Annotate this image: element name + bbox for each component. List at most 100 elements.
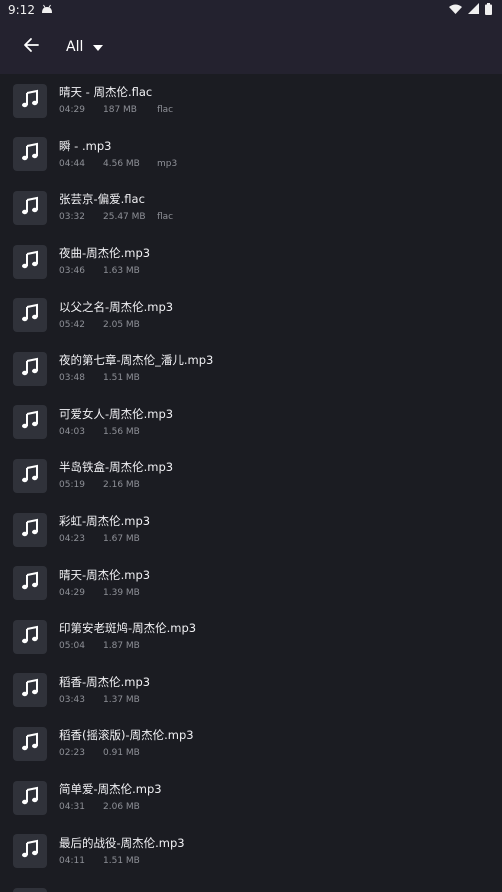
song-thumbnail [13,726,47,761]
song-meta: 半岛铁盒-周杰伦.mp3 05:19 2.16 MB [59,460,173,491]
song-size: 2.05 MB [103,319,140,330]
song-title: 半岛铁盒-周杰伦.mp3 [59,460,174,475]
music-note-icon [20,89,40,113]
song-size: 1.39 MB [103,587,140,598]
song-item[interactable]: 稻香(摇滚版)-周杰伦.mp3 02:23 0.91 MB [0,717,502,771]
song-title: 瞬 - .mp3 [59,138,112,153]
song-item[interactable]: 晴天 - 周杰伦.flac 04:29 187 MB flac [0,74,502,128]
song-thumbnail [13,298,47,333]
song-item[interactable]: 瞬 - .mp3 04:44 4.56 MB mp3 [0,128,502,182]
song-meta: 彩虹-周杰伦.mp3 04:23 1.67 MB [59,514,157,545]
song-duration: 04:31 [59,802,85,813]
song-item[interactable]: 半岛铁盒-周杰伦.mp3 05:19 2.16 MB [0,449,502,503]
song-duration: 03:32 [59,212,85,223]
song-item[interactable]: 以父之名-周杰伦.mp3 05:42 2.05 MB [0,288,502,342]
music-note-icon [20,625,40,649]
song-meta: 张芸京-偏爱.flac 03:32 25.47 MB flac [59,192,173,223]
song-meta: 稻香(摇滚版)-周杰伦.mp3 02:23 0.91 MB [59,728,194,759]
song-details: 04:11 1.51 MB [59,855,185,867]
song-title: 夜曲-周杰伦.mp3 [59,246,151,261]
back-button[interactable] [18,34,44,60]
caret-down-icon [93,39,104,55]
song-meta: 稻香-周杰伦.mp3 03:43 1.37 MB [59,675,157,706]
song-size: 1.67 MB [103,534,140,545]
song-thumbnail [13,137,47,172]
song-thumbnail [13,834,47,869]
song-item[interactable]: 晴天-周杰伦.mp3 04:29 1.39 MB [0,556,502,610]
song-details: 04:03 1.56 MB [59,426,173,438]
song-details: 04:29 1.39 MB [59,587,157,599]
song-size: 1.87 MB [103,641,140,652]
music-note-icon [20,786,40,810]
song-duration: 04:29 [59,587,85,598]
music-note-icon [20,142,40,166]
song-thumbnail [13,244,47,279]
song-details: 05:42 2.05 MB [59,319,173,331]
song-size: 25.47 MB [103,212,146,223]
song-title: 晴天 - 周杰伦.flac [59,85,153,100]
song-duration: 04:11 [59,855,85,866]
song-item[interactable]: 借口-周杰伦.mp3 [0,878,502,892]
song-thumbnail [13,405,47,440]
song-duration: 04:03 [59,426,85,437]
song-size: 1.37 MB [103,694,140,705]
song-title: 张芸京-偏爱.flac [59,192,145,207]
song-meta: 最后的战役-周杰伦.mp3 04:11 1.51 MB [59,836,185,867]
song-details: 03:32 25.47 MB flac [59,211,173,223]
song-meta: 夜曲-周杰伦.mp3 03:46 1.63 MB [59,246,157,277]
song-size: 1.63 MB [103,266,140,277]
song-item[interactable]: 夜的第七章-周杰伦_潘儿.mp3 03:48 1.51 MB [0,342,502,396]
song-meta: 晴天 - 周杰伦.flac 04:29 187 MB flac [59,85,173,116]
song-thumbnail [13,673,47,708]
signal-icon [468,3,479,17]
song-item[interactable]: 最后的战役-周杰伦.mp3 04:11 1.51 MB [0,824,502,878]
song-meta: 简单爱-周杰伦.mp3 04:31 2.06 MB [59,782,162,813]
song-details: 03:46 1.63 MB [59,265,157,277]
song-title: 夜的第七章-周杰伦_潘儿.mp3 [59,353,214,368]
app-bar: All [0,20,502,74]
song-duration: 03:43 [59,694,85,705]
song-title: 最后的战役-周杰伦.mp3 [59,835,185,850]
song-duration: 05:42 [59,319,85,330]
song-details: 03:48 1.51 MB [59,372,213,384]
song-item[interactable]: 印第安老斑鸠-周杰伦.mp3 05:04 1.87 MB [0,610,502,664]
song-size: 1.56 MB [103,426,140,437]
song-duration: 04:44 [59,158,85,169]
song-details: 05:04 1.87 MB [59,640,196,652]
filter-dropdown[interactable]: All [66,39,104,55]
song-title: 稻香(摇滚版)-周杰伦.mp3 [59,728,194,743]
battery-icon [485,2,492,18]
music-note-icon [20,678,40,702]
song-title: 印第安老斑鸠-周杰伦.mp3 [59,621,197,636]
status-time: 9:12 [8,3,35,17]
song-list[interactable]: 晴天 - 周杰伦.flac 04:29 187 MB flac 瞬 - .mp3 [0,74,502,892]
song-item[interactable]: 夜曲-周杰伦.mp3 03:46 1.63 MB [0,235,502,289]
song-duration: 05:04 [59,641,85,652]
song-format: flac [157,212,174,223]
music-note-icon [20,303,40,327]
music-note-icon [20,464,40,488]
song-item[interactable]: 简单爱-周杰伦.mp3 04:31 2.06 MB [0,771,502,825]
song-duration: 03:48 [59,373,85,384]
song-meta: 夜的第七章-周杰伦_潘儿.mp3 03:48 1.51 MB [59,353,213,384]
music-note-icon [20,196,40,220]
music-note-icon [20,732,40,756]
song-title: 可爱女人-周杰伦.mp3 [59,406,174,421]
song-item[interactable]: 稻香-周杰伦.mp3 03:43 1.37 MB [0,664,502,718]
song-duration: 04:23 [59,534,85,545]
song-thumbnail [13,83,47,118]
song-thumbnail [13,780,47,815]
song-thumbnail [13,566,47,601]
song-meta: 瞬 - .mp3 04:44 4.56 MB mp3 [59,139,177,170]
song-item[interactable]: 彩虹-周杰伦.mp3 04:23 1.67 MB [0,503,502,557]
song-size: 187 MB [103,105,137,116]
song-details: 03:43 1.37 MB [59,694,157,706]
song-thumbnail [13,190,47,225]
song-thumbnail [13,512,47,547]
song-details: 04:23 1.67 MB [59,533,157,545]
android-icon [41,3,53,17]
song-size: 4.56 MB [103,158,140,169]
wifi-icon [449,3,462,17]
song-item[interactable]: 张芸京-偏爱.flac 03:32 25.47 MB flac [0,181,502,235]
song-item[interactable]: 可爱女人-周杰伦.mp3 04:03 1.56 MB [0,396,502,450]
